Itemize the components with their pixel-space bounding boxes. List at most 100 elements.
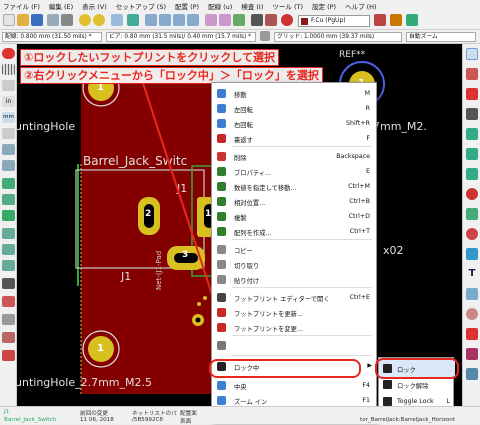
add-via-icon[interactable] — [466, 188, 478, 200]
menu-view[interactable]: 表示 (V) — [82, 1, 107, 11]
menu-item-footprint-editor[interactable]: フットプリント エディターで開く Ctrl+E — [212, 290, 378, 305]
add-dimension-icon[interactable] — [466, 288, 478, 300]
high-contrast-icon[interactable] — [2, 278, 15, 289]
menu-item-update-footprint[interactable]: フットプリントを更新... — [212, 305, 378, 320]
cursor-shape-icon[interactable] — [2, 128, 15, 139]
grid-toggle-icon[interactable] — [2, 64, 15, 75]
delete-tool-icon[interactable] — [466, 328, 478, 340]
menu-separator — [232, 335, 372, 336]
footprint-editor-toolbar-icon[interactable] — [251, 14, 263, 26]
track-width-select[interactable]: 配線: 0.800 mm (31.50 mils) * — [2, 32, 102, 42]
menu-item-shortcut: Ctrl+E — [349, 294, 370, 301]
inch-units-icon[interactable]: in — [2, 96, 15, 107]
menu-item-center[interactable]: 中央 F4 — [212, 378, 378, 393]
menu-preferences[interactable]: 設定 (P) — [312, 1, 336, 11]
add-line-icon[interactable] — [466, 248, 478, 260]
layer-stack-icon[interactable] — [2, 332, 15, 343]
drc-off-icon[interactable] — [2, 48, 15, 59]
zone-outline-icon[interactable] — [2, 194, 15, 205]
grid-select[interactable]: グリッド: 1.0000 mm (39.37 mils) — [274, 32, 402, 42]
zone-fill-icon[interactable] — [2, 210, 15, 221]
save-icon[interactable] — [31, 14, 43, 26]
via-size-select[interactable]: ビア: 0.80 mm (31.5 mils)/ 0.40 mm (15.7 m… — [106, 32, 256, 42]
layers-manager-icon[interactable] — [2, 296, 15, 307]
layer-selector[interactable]: F.Cu (PgUp) — [298, 15, 370, 27]
zoom-in-toolbar-icon[interactable] — [145, 14, 157, 26]
add-text-icon[interactable]: T — [466, 268, 478, 280]
menu-item-copy[interactable]: コピー — [212, 242, 378, 257]
layer-pair-icon[interactable] — [374, 14, 386, 26]
footprint-sketch-icon[interactable] — [2, 350, 15, 361]
menu-file[interactable]: ファイル (F) — [3, 1, 40, 11]
menu-item-delete[interactable]: 削除 Backspace — [212, 149, 378, 164]
track-sketch-icon[interactable] — [2, 260, 15, 271]
menu-item-array[interactable]: 配列を作成... Ctrl+T — [212, 224, 378, 239]
autoroute-icon[interactable] — [390, 14, 402, 26]
footprint-value-label: Barrel_Jack_Switc — [83, 154, 188, 168]
ratsnest-icon[interactable] — [2, 144, 15, 155]
redo-icon[interactable] — [93, 14, 105, 26]
route-track-icon[interactable] — [466, 128, 478, 140]
pad-sketch-icon[interactable] — [2, 228, 15, 239]
add-footprint-icon[interactable] — [466, 108, 478, 120]
open-icon[interactable] — [17, 14, 29, 26]
highlight-net-icon[interactable] — [466, 68, 478, 80]
menu-item-paste[interactable]: 貼り付け — [212, 272, 378, 287]
scripting-icon[interactable] — [406, 14, 418, 26]
rotate-cw-icon[interactable] — [219, 14, 231, 26]
menu-edit[interactable]: 編集 (E) — [49, 1, 73, 11]
grid-origin-icon[interactable] — [466, 368, 478, 380]
print-icon[interactable] — [61, 14, 73, 26]
status-net-label: ネットリストのパ — [132, 411, 177, 417]
menu-item-relative-position[interactable]: 相対位置... Ctrl+B — [212, 194, 378, 209]
menu-help[interactable]: ヘルプ (H) — [345, 1, 377, 11]
menu-item-flip[interactable]: 裏返す F — [212, 131, 378, 146]
add-zone-icon[interactable] — [466, 208, 478, 220]
menu-tools[interactable]: ツール (T) — [272, 1, 303, 11]
keepout-icon[interactable] — [466, 228, 478, 240]
menu-place[interactable]: 配置 (P) — [175, 1, 199, 11]
show-zones-icon[interactable] — [2, 178, 15, 189]
menu-bar: ファイル (F) 編集 (E) 表示 (V) セットアップ (S) 配置 (P)… — [0, 0, 480, 12]
find-icon[interactable] — [111, 14, 123, 26]
menu-setup[interactable]: セットアップ (S) — [116, 1, 166, 11]
refresh-icon[interactable] — [127, 14, 139, 26]
page-settings-icon[interactable] — [47, 14, 59, 26]
flip-toolbar-icon[interactable] — [233, 14, 245, 26]
menu-item-rotate-left[interactable]: 左回転 R — [212, 101, 378, 116]
microwave-icon[interactable] — [2, 314, 15, 325]
new-board-icon[interactable] — [3, 14, 15, 26]
select-arrow-icon[interactable] — [466, 48, 478, 60]
menu-route[interactable]: 配線 (u) — [208, 1, 232, 11]
zoom-fit-icon[interactable] — [173, 14, 185, 26]
auto-width-icon[interactable] — [260, 31, 270, 41]
change-footprint-icon — [217, 323, 226, 332]
zoom-out-toolbar-icon[interactable] — [159, 14, 171, 26]
menu-inspect[interactable]: 検査 (I) — [241, 1, 263, 11]
menu-item-duplicate[interactable]: 複製 Ctrl+D — [212, 209, 378, 224]
origin-icon[interactable] — [466, 348, 478, 360]
curved-ratsnest-icon[interactable] — [2, 160, 15, 171]
zoom-selection-icon[interactable] — [187, 14, 199, 26]
diff-pair-icon[interactable] — [466, 148, 478, 160]
menu-item-gear[interactable] — [212, 338, 378, 353]
local-ratsnest-icon[interactable] — [466, 88, 478, 100]
rotate-ccw-icon[interactable] — [205, 14, 217, 26]
menu-item-move[interactable]: 移動 M — [212, 86, 378, 101]
menu-item-move-exact[interactable]: 数値を指定して移動... Ctrl+M — [212, 179, 378, 194]
mm-units-icon[interactable]: mm — [2, 112, 15, 123]
undo-icon[interactable] — [79, 14, 91, 26]
tune-length-icon[interactable] — [466, 168, 478, 180]
menu-item-rotate-right[interactable]: 右回転 Shift+R — [212, 116, 378, 131]
pad-3-number: 3 — [182, 250, 189, 260]
add-target-icon[interactable] — [466, 308, 478, 320]
drc-icon[interactable] — [281, 14, 293, 26]
netlist-icon[interactable] — [265, 14, 277, 26]
submenu-item-label: ロック解除 — [397, 383, 429, 390]
via-sketch-icon[interactable] — [2, 244, 15, 255]
zoom-select[interactable]: 自動ズーム — [406, 32, 476, 42]
menu-item-change-footprint[interactable]: フットプリントを変更... — [212, 320, 378, 335]
menu-item-cut[interactable]: 切り取り — [212, 257, 378, 272]
menu-item-properties[interactable]: プロパティ... E — [212, 164, 378, 179]
polar-coords-icon[interactable] — [2, 80, 15, 91]
